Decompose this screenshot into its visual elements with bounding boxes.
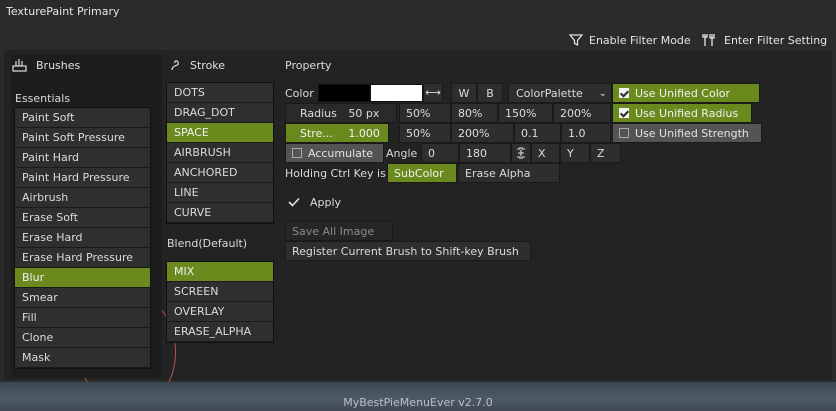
- ctrl-key-label: Holding Ctrl Key is: [285, 167, 386, 180]
- stroke-item-airbrush[interactable]: AIRBRUSH: [167, 143, 273, 163]
- brush-item-erase-hard-pressure[interactable]: Erase Hard Pressure: [15, 248, 150, 268]
- tools-icon: [702, 33, 718, 47]
- brush-item-paint-soft[interactable]: Paint Soft: [15, 108, 150, 128]
- radius-value: 50 px: [348, 107, 380, 120]
- blend-item-mix[interactable]: MIX: [167, 262, 273, 282]
- brush-item-clone[interactable]: Clone: [15, 328, 150, 348]
- axis-x-button[interactable]: X: [531, 143, 560, 163]
- secondary-color-swatch[interactable]: [370, 84, 423, 102]
- blend-item-overlay[interactable]: OVERLAY: [167, 302, 273, 322]
- chevron-down-icon: ⌄: [598, 88, 607, 99]
- radius-preset-50[interactable]: 50%: [399, 103, 451, 123]
- brushes-list: Paint Soft Paint Soft Pressure Paint Har…: [14, 107, 151, 369]
- enable-filter-mode-label: Enable Filter Mode: [589, 33, 691, 47]
- stroke-header: Stroke: [170, 58, 225, 72]
- rotate-icon[interactable]: [511, 143, 531, 163]
- use-unified-color-toggle[interactable]: Use Unified Color: [612, 83, 760, 103]
- brush-item-erase-hard[interactable]: Erase Hard: [15, 228, 150, 248]
- brush-item-smear[interactable]: Smear: [15, 288, 150, 308]
- primary-color-swatch[interactable]: [318, 84, 370, 102]
- enable-filter-mode-button[interactable]: Enable Filter Mode: [563, 29, 694, 51]
- use-unified-strength-toggle[interactable]: Use Unified Strength: [612, 123, 762, 143]
- use-unified-color-label: Use Unified Color: [635, 87, 731, 100]
- angle-preset-0[interactable]: 0: [421, 143, 459, 163]
- use-unified-radius-label: Use Unified Radius: [635, 107, 739, 120]
- property-header: Property: [285, 59, 332, 72]
- angle-label: Angle: [386, 147, 418, 160]
- register-shift-brush-button[interactable]: Register Current Brush to Shift-key Brus…: [285, 241, 531, 261]
- black-button[interactable]: B: [477, 83, 503, 103]
- brush-item-paint-hard-pressure[interactable]: Paint Hard Pressure: [15, 168, 150, 188]
- brush-item-paint-soft-pressure[interactable]: Paint Soft Pressure: [15, 128, 150, 148]
- filter-icon: [568, 33, 584, 47]
- swap-colors-icon[interactable]: ⟷: [423, 83, 443, 103]
- brush-item-blur[interactable]: Blur: [15, 268, 150, 288]
- radius-preset-80[interactable]: 80%: [451, 103, 498, 123]
- enter-filter-setting-button[interactable]: Enter Filter Setting: [696, 29, 828, 51]
- stroke-item-space[interactable]: SPACE: [167, 123, 273, 143]
- radius-field[interactable]: Radius 50 px: [285, 103, 397, 123]
- brush-item-erase-soft[interactable]: Erase Soft: [15, 208, 150, 228]
- radius-label: Radius: [300, 107, 337, 120]
- strength-field[interactable]: Stre... 1.000: [285, 123, 389, 143]
- use-unified-strength-label: Use Unified Strength: [635, 127, 749, 140]
- strength-preset-200[interactable]: 200%: [451, 123, 514, 143]
- checkbox-unchecked-icon: [292, 148, 302, 158]
- use-unified-radius-toggle[interactable]: Use Unified Radius: [612, 103, 752, 123]
- accumulate-label: Accumulate: [308, 147, 373, 160]
- strength-preset-1-0[interactable]: 1.0: [561, 123, 611, 143]
- stroke-item-dots[interactable]: DOTS: [167, 83, 273, 103]
- accumulate-toggle[interactable]: Accumulate: [285, 143, 384, 163]
- checkbox-checked-icon: [619, 88, 629, 98]
- stroke-list: DOTS DRAG_DOT SPACE AIRBRUSH ANCHORED LI…: [166, 82, 274, 224]
- checkbox-checked-icon: [619, 108, 629, 118]
- brush-icon: [12, 58, 27, 72]
- color-palette-value: ColorPalette: [516, 87, 583, 100]
- axis-y-button[interactable]: Y: [560, 143, 590, 163]
- blend-item-erase-alpha[interactable]: ERASE_ALPHA: [167, 322, 273, 342]
- strength-value: 1.000: [348, 127, 380, 140]
- save-all-image-button[interactable]: Save All Image: [285, 221, 393, 241]
- radius-preset-200[interactable]: 200%: [553, 103, 611, 123]
- strength-preset-0-1[interactable]: 0.1: [514, 123, 561, 143]
- angle-preset-180[interactable]: 180: [459, 143, 511, 163]
- axis-z-button[interactable]: Z: [590, 143, 621, 163]
- stroke-item-line[interactable]: LINE: [167, 183, 273, 203]
- checkbox-unchecked-icon: [619, 128, 629, 138]
- strength-label: Stre...: [300, 127, 333, 140]
- addon-version-label: MyBestPieMenuEver v2.7.0: [343, 396, 493, 409]
- brushes-header: Brushes: [12, 58, 80, 72]
- apply-button[interactable]: Apply: [310, 196, 341, 209]
- radius-preset-150[interactable]: 150%: [498, 103, 553, 123]
- enter-filter-setting-label: Enter Filter Setting: [724, 33, 828, 47]
- ctrl-erase-alpha-option[interactable]: Erase Alpha: [458, 163, 560, 183]
- brush-item-paint-hard[interactable]: Paint Hard: [15, 148, 150, 168]
- brushes-header-label: Brushes: [36, 58, 81, 72]
- brush-item-mask[interactable]: Mask: [15, 348, 150, 368]
- stroke-item-drag-dot[interactable]: DRAG_DOT: [167, 103, 273, 123]
- blend-header: Blend(Default): [167, 237, 248, 250]
- stroke-icon: [170, 58, 184, 72]
- brush-item-fill[interactable]: Fill: [15, 308, 150, 328]
- stroke-item-curve[interactable]: CURVE: [167, 203, 273, 223]
- blend-list: MIX SCREEN OVERLAY ERASE_ALPHA: [166, 261, 274, 343]
- white-button[interactable]: W: [451, 83, 477, 103]
- stroke-header-label: Stroke: [190, 58, 226, 72]
- color-palette-dropdown[interactable]: ColorPalette ⌄: [508, 83, 612, 103]
- strength-preset-50[interactable]: 50%: [399, 123, 451, 143]
- ctrl-subcolor-option[interactable]: SubColor: [387, 163, 457, 183]
- blend-item-screen[interactable]: SCREEN: [167, 282, 273, 302]
- brush-item-airbrush[interactable]: Airbrush: [15, 188, 150, 208]
- check-icon: [287, 195, 301, 209]
- color-label: Color: [285, 87, 314, 100]
- brushes-group-label: Essentials: [15, 92, 71, 105]
- window-title: TexturePaint Primary: [6, 5, 120, 18]
- stroke-item-anchored[interactable]: ANCHORED: [167, 163, 273, 183]
